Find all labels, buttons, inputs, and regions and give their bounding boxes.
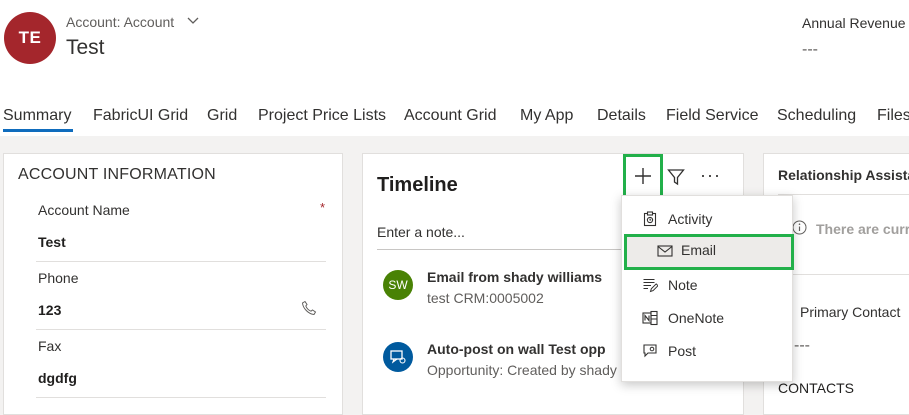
note-icon [643, 278, 658, 293]
annual-revenue-label: Annual Revenue [802, 15, 906, 31]
avatar: SW [383, 270, 413, 300]
entity-type-label: Account: Account [66, 14, 175, 30]
record-avatar: TE [4, 12, 56, 64]
menu-item-label: Activity [668, 211, 713, 227]
menu-item-email[interactable]: Email [624, 234, 794, 270]
filter-icon[interactable] [667, 168, 685, 186]
tab-summary[interactable]: Summary [3, 107, 71, 125]
add-activity-menu: Activity Email Note OneNote Post [621, 195, 794, 382]
annual-revenue-value: --- [802, 41, 818, 58]
record-header: TE Account: Account Test Annual Revenue … [0, 0, 909, 88]
relationship-assistant-empty: There are curre [816, 221, 909, 237]
field-divider [36, 329, 326, 330]
post-avatar [383, 342, 413, 372]
tab-my-app[interactable]: My App [520, 107, 573, 125]
timeline-item-subtitle: test CRM:0005002 [427, 290, 544, 306]
account-name-label: Account Name [38, 202, 130, 218]
phone-label: Phone [38, 270, 79, 286]
chevron-down-icon[interactable] [186, 14, 200, 28]
record-name: Test [66, 36, 105, 59]
add-timeline-button[interactable] [623, 154, 663, 198]
fax-label: Fax [38, 338, 62, 354]
note-input[interactable]: Enter a note... [377, 224, 465, 240]
tab-field-service[interactable]: Field Service [666, 107, 758, 125]
phone-icon[interactable] [301, 300, 317, 316]
account-name-field[interactable]: Test [38, 234, 66, 250]
tab-grid[interactable]: Grid [207, 107, 237, 125]
section-title: ACCOUNT INFORMATION [18, 166, 216, 183]
primary-contact-field[interactable]: --- [794, 337, 810, 355]
menu-item-post[interactable]: Post [622, 336, 792, 366]
menu-item-label: OneNote [668, 310, 725, 326]
menu-item-onenote[interactable]: OneNote [622, 303, 792, 333]
active-tab-indicator [3, 129, 73, 132]
menu-item-activity[interactable]: Activity [622, 204, 792, 234]
tab-fabricui-grid[interactable]: FabricUI Grid [93, 107, 188, 125]
tab-bar: Summary FabricUI Grid Grid Project Price… [0, 88, 909, 136]
required-marker: * [320, 200, 326, 215]
phone-field[interactable]: 123 [38, 302, 61, 318]
tab-project-price-lists[interactable]: Project Price Lists [258, 107, 386, 125]
timeline-title: Timeline [377, 174, 458, 196]
info-icon [792, 220, 807, 235]
relationship-assistant-title: Relationship Assistant [778, 167, 909, 183]
tab-scheduling[interactable]: Scheduling [777, 107, 856, 125]
note-input-underline [377, 249, 632, 250]
contacts-label: CONTACTS [778, 380, 854, 396]
account-information-card: ACCOUNT INFORMATION Account Name * Test … [3, 153, 343, 415]
timeline-item-subtitle: Opportunity: Created by shady [427, 362, 617, 378]
post-icon [390, 350, 406, 364]
onenote-icon [642, 310, 658, 326]
menu-item-label: Post [668, 343, 697, 359]
menu-item-label: Note [668, 277, 698, 293]
field-divider [36, 261, 326, 262]
primary-contact-label: Primary Contact [800, 304, 901, 320]
field-divider [36, 397, 326, 398]
divider [778, 274, 909, 275]
tab-files[interactable]: Files [877, 107, 909, 125]
menu-item-note[interactable]: Note [622, 270, 792, 300]
timeline-item-title[interactable]: Auto-post on wall Test opp [427, 341, 606, 357]
tab-details[interactable]: Details [597, 107, 646, 125]
email-icon [657, 245, 673, 257]
menu-item-label: Email [681, 242, 717, 258]
divider [778, 194, 909, 195]
more-options-icon[interactable]: ··· [700, 165, 721, 186]
plus-icon [635, 168, 651, 184]
timeline-item-title[interactable]: Email from shady williams [427, 269, 602, 285]
post-icon [643, 344, 657, 358]
fax-field[interactable]: dgdfg [38, 370, 77, 386]
tab-account-grid[interactable]: Account Grid [404, 107, 496, 125]
activity-icon [643, 211, 657, 227]
